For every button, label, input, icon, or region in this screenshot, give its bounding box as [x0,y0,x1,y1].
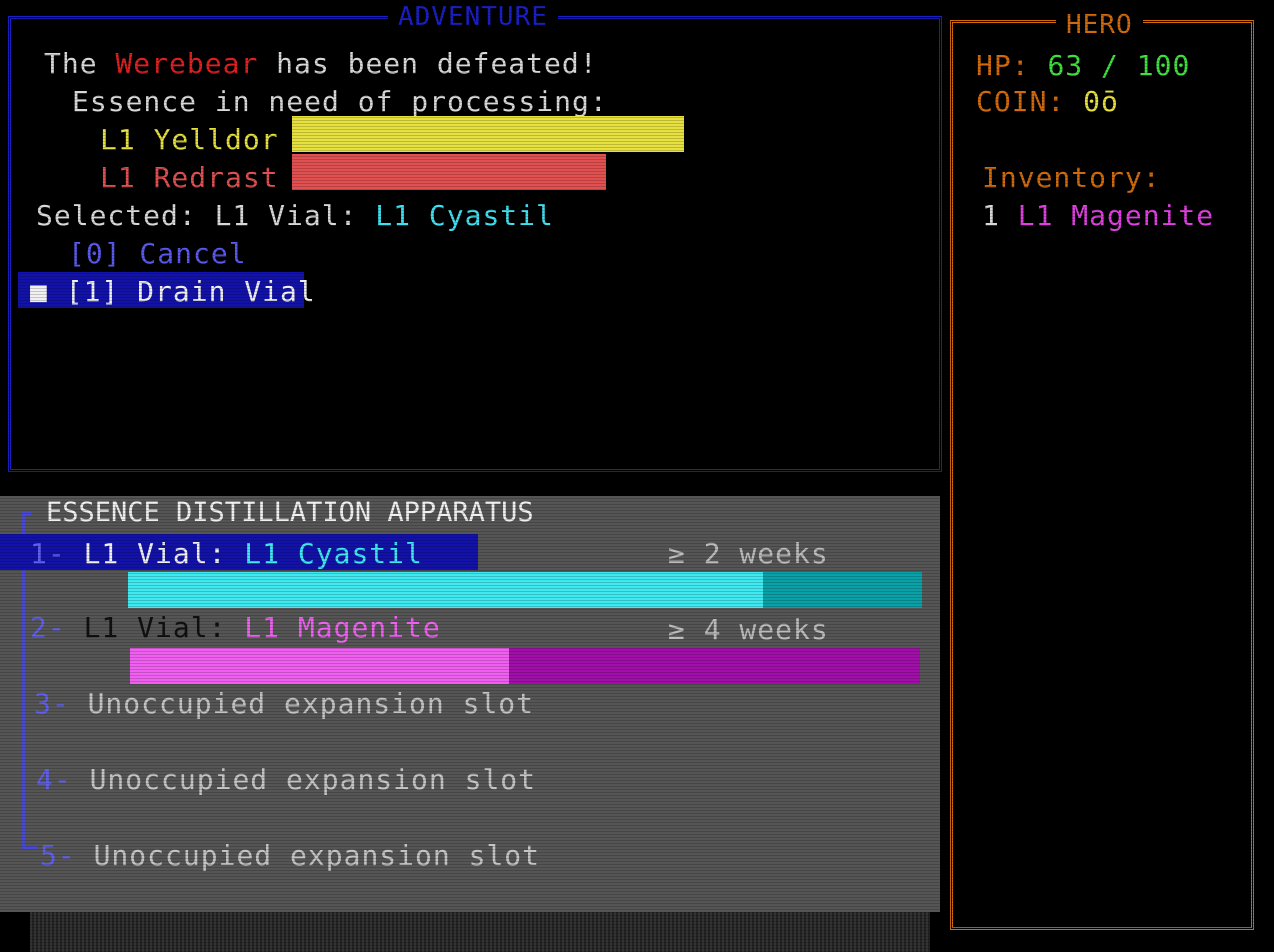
enemy-name: Werebear [115,47,259,80]
slot-2-number: 2- [30,611,66,644]
slot-1-number: 1- [30,537,66,570]
selected-line: Selected: L1 Vial: L1 Cyastil [36,200,554,232]
essence-label-yelldor: L1 Yelldor [100,123,279,156]
slot-3[interactable]: 3- Unoccupied expansion slot [34,688,534,720]
slot-2-progress-bar [130,648,920,684]
slot-1-name: L1 Cyastil [244,537,423,570]
slot-4-number: 4- [36,763,72,796]
slot-5-number: 5- [40,839,76,872]
slot-1-time: ≥ 2 weeks [668,537,829,570]
inventory-name: L1 Magenite [1017,199,1215,232]
essence-heading: Essence in need of processing: [72,85,608,118]
drain-vial-label: [1] Drain Vial [65,275,316,308]
inventory-item[interactable]: 1 L1 Magenite [982,200,1214,232]
slot-3-number: 3- [34,687,70,720]
coin-label: COIN: [976,85,1084,118]
selected-prefix: Selected: L1 Vial: [36,199,376,232]
slot-5-text: Unoccupied expansion slot [93,839,541,872]
slot-2[interactable]: 2- L1 Vial: L1 Magenite [30,612,441,644]
hero-panel [950,20,1254,930]
defeat-suffix: has been defeated! [258,47,598,80]
tree-bottom-tick [22,846,38,849]
slot-2-name: L1 Magenite [244,611,441,644]
slot-1[interactable]: 1- L1 Vial: L1 Cyastil [30,538,423,570]
tree-top-tick [22,512,32,515]
slot-1-prefix: L1 Vial: [83,537,245,570]
selected-vial: L1 Cyastil [375,199,554,232]
apparatus-title: ESSENCE DISTILLATION APPARATUS [46,497,534,528]
essence-label-redrast: L1 Redrast [100,161,279,194]
slot-5[interactable]: 5- Unoccupied expansion slot [40,840,540,872]
slot-3-text: Unoccupied expansion slot [87,687,535,720]
inventory-qty: 1 [982,199,1000,232]
selection-marker: ■ [30,275,48,308]
defeat-message: The Werebear has been defeated! [44,48,598,80]
inventory-label: Inventory: [982,161,1161,194]
slot-1-progress-bar [128,572,922,608]
slot-4-text: Unoccupied expansion slot [89,763,537,796]
adventure-title: ADVENTURE [388,2,558,32]
hp-label: HP: [976,49,1048,82]
coin-line: COIN: 0ō [976,86,1119,118]
slot-2-prefix: L1 Vial: [83,611,245,644]
essence-bar-yelldor [292,116,684,152]
drain-vial-text[interactable]: ■ [1] Drain Vial [30,276,316,308]
slot-4[interactable]: 4- Unoccupied expansion slot [36,764,536,796]
defeat-prefix: The [44,47,116,80]
cancel-option[interactable]: [0] Cancel [68,238,247,270]
essence-bar-redrast [292,154,606,190]
slot-2-time: ≥ 4 weeks [668,613,829,646]
hp-line: HP: 63 / 100 [976,50,1190,82]
hero-title: HERO [1056,10,1143,40]
coin-value: 0ō [1083,85,1119,118]
hp-value: 63 / 100 [1047,49,1191,82]
